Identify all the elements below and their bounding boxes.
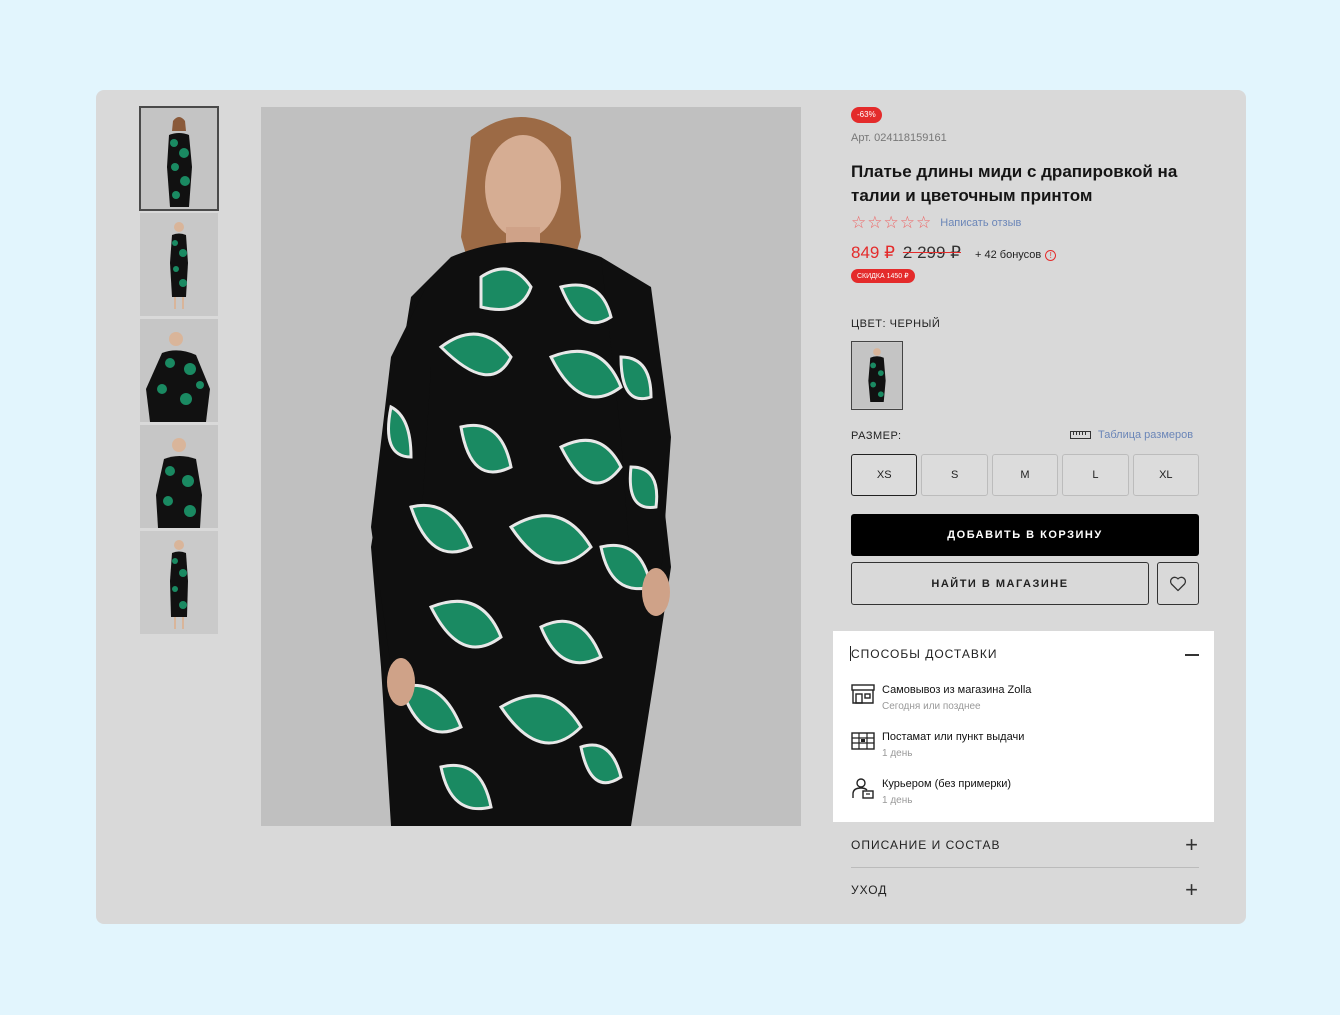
thumbnail-1[interactable] — [139, 106, 219, 211]
favorite-button[interactable] — [1157, 562, 1199, 605]
product-sku: Арт. 024118159161 — [851, 132, 947, 144]
delivery-option-locker: Постамат или пункт выдачи 1 день — [851, 730, 1024, 761]
price-row: 849 ₽ 2 299 ₽ + 42 бонусов ! — [851, 243, 1199, 265]
color-label: ЦВЕТ: ЧЕРНЫЙ — [851, 318, 941, 330]
star-icon[interactable]: ☆ — [851, 214, 866, 232]
color-swatch-black[interactable] — [851, 341, 903, 410]
discount-percent-badge: -63% — [851, 107, 882, 123]
delivery-option-subtitle: 1 день — [882, 748, 913, 759]
thumbnail-2[interactable] — [140, 213, 218, 316]
delivery-option-courier: Курьером (без примерки) 1 день — [851, 777, 1011, 808]
discount-amount-badge: СКИДКА 1450 ₽ — [851, 269, 915, 283]
size-chart-label: Таблица размеров — [1098, 429, 1194, 441]
star-icon[interactable]: ☆ — [916, 214, 931, 232]
price-current: 849 ₽ — [851, 243, 895, 262]
parcel-locker-icon — [851, 732, 875, 750]
delivery-option-title: Курьером (без примерки) — [882, 778, 1012, 790]
bonus-points: + 42 бонусов — [975, 249, 1042, 261]
price-old: 2 299 ₽ — [902, 243, 961, 262]
info-icon[interactable]: ! — [1045, 250, 1057, 261]
courier-icon — [852, 778, 874, 799]
delivery-option-subtitle: 1 день — [882, 795, 913, 806]
size-option-xs[interactable]: XS — [851, 454, 918, 496]
size-selector: XS S M L XL — [851, 454, 1200, 496]
thumbnail-3[interactable] — [140, 319, 218, 422]
delivery-option-title: Самовывоз из магазина Zolla — [882, 684, 1032, 696]
star-icon[interactable]: ☆ — [884, 214, 899, 232]
accordion-description-label: ОПИСАНИЕ И СОСТАВ — [851, 838, 1001, 852]
store-icon — [851, 684, 875, 704]
size-chart-link[interactable]: Таблица размеров — [1070, 429, 1193, 441]
size-option-s[interactable]: S — [921, 454, 988, 496]
thumbnail-4[interactable] — [140, 425, 218, 528]
size-option-l[interactable]: L — [1062, 454, 1129, 496]
product-main-image[interactable] — [261, 107, 801, 826]
heart-icon — [1169, 576, 1187, 591]
delivery-methods-panel: СПОСОБЫ ДОСТАВКИ Самовывоз из магазина Z… — [833, 631, 1214, 822]
star-icon[interactable]: ☆ — [867, 214, 882, 232]
add-to-cart-button[interactable]: ДОБАВИТЬ В КОРЗИНУ — [851, 514, 1199, 556]
ruler-icon — [1070, 431, 1091, 439]
delivery-heading[interactable]: СПОСОБЫ ДОСТАВКИ — [851, 647, 997, 661]
star-icon[interactable]: ☆ — [900, 214, 915, 232]
thumbnail-gallery — [139, 106, 219, 637]
size-label: РАЗМЕР: — [851, 430, 902, 442]
product-info: -63% Арт. 024118159161 Платье длины миди… — [851, 104, 1199, 283]
write-review-link[interactable]: Написать отзыв — [940, 217, 1021, 229]
size-option-xl[interactable]: XL — [1132, 454, 1200, 496]
product-title: Платье длины миди с драпировкой на талии… — [851, 162, 1178, 205]
delivery-option-subtitle: Сегодня или позднее — [882, 701, 981, 712]
thumbnail-5[interactable] — [140, 531, 218, 634]
accordion-care-label: УХОД — [851, 883, 888, 897]
rating-row: ☆ ☆ ☆ ☆ ☆ Написать отзыв — [851, 214, 1199, 232]
accordion-care[interactable]: УХОД + — [851, 879, 1199, 901]
plus-icon[interactable]: + — [1185, 879, 1199, 901]
size-option-m[interactable]: M — [991, 454, 1059, 496]
accordion-description[interactable]: ОПИСАНИЕ И СОСТАВ + — [851, 834, 1199, 856]
divider — [851, 867, 1199, 868]
find-in-store-button[interactable]: НАЙТИ В МАГАЗИНЕ — [851, 562, 1149, 605]
delivery-option-pickup: Самовывоз из магазина Zolla Сегодня или … — [851, 683, 1031, 714]
delivery-option-title: Постамат или пункт выдачи — [882, 731, 1025, 743]
collapse-icon[interactable] — [1185, 654, 1199, 656]
plus-icon[interactable]: + — [1185, 834, 1199, 856]
